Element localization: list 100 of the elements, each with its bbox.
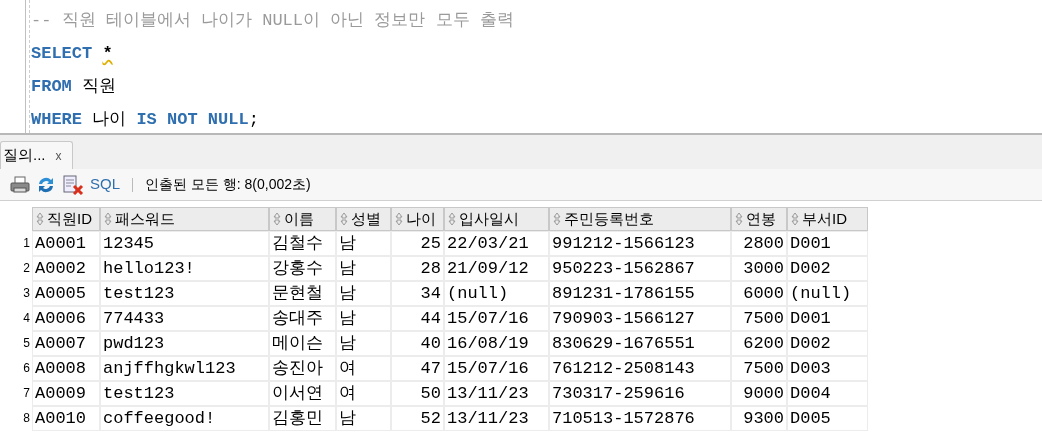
table-cell: 790903-1566127 [549, 306, 731, 331]
table-cell: coffeegood! [100, 406, 269, 431]
code-text: ; [248, 109, 259, 131]
table-cell: A0002 [32, 256, 100, 281]
table-cell: hello123! [100, 256, 269, 281]
table-cell: 15/07/16 [444, 356, 549, 381]
table-cell: D001 [787, 231, 868, 256]
column-header[interactable]: 이름 [269, 207, 336, 231]
table-cell: pwd123 [100, 331, 269, 356]
sql-keyword: FROM [31, 76, 72, 98]
column-label: 직원ID [47, 208, 92, 229]
column-label: 성별 [351, 208, 381, 229]
sort-icon[interactable] [395, 212, 403, 226]
table-cell: 남 [336, 256, 391, 281]
table-cell: D005 [787, 406, 868, 431]
table-cell: 47 [391, 356, 444, 381]
column-label: 부서ID [802, 208, 847, 229]
table-cell: 7500 [731, 306, 787, 331]
table-cell: 송진아 [269, 356, 336, 381]
column-header[interactable]: 입사일시 [444, 207, 549, 231]
table-cell: 34 [391, 281, 444, 306]
table-cell: 3000 [731, 256, 787, 281]
table-cell: 44 [391, 306, 444, 331]
column-label: 나이 [406, 208, 436, 229]
code-text: 직원 [81, 76, 116, 98]
table-cell: 28 [391, 256, 444, 281]
column-label: 주민등록번호 [564, 208, 654, 229]
sort-icon[interactable] [273, 212, 281, 226]
table-cell: 761212-2508143 [549, 356, 731, 381]
table-cell: A0008 [32, 356, 100, 381]
row-number: 3 [22, 285, 31, 302]
table-cell: 13/11/23 [444, 381, 549, 406]
sort-icon[interactable] [791, 212, 799, 226]
sql-link[interactable]: SQL [90, 173, 120, 196]
table-cell: 남 [336, 231, 391, 256]
printer-icon[interactable] [10, 175, 30, 194]
row-number: 5 [22, 335, 31, 352]
table-cell: D001 [787, 306, 868, 331]
table-cell: 710513-1572876 [549, 406, 731, 431]
column-header[interactable]: 직원ID [32, 207, 100, 231]
table-cell: D002 [787, 331, 868, 356]
table-cell: 송대주 [269, 306, 336, 331]
table-cell: 남 [336, 331, 391, 356]
table-cell: 774433 [100, 306, 269, 331]
table-cell: 22/03/21 [444, 231, 549, 256]
table-cell: A0010 [32, 406, 100, 431]
fetch-status: 인출된 모든 행: 8(0,002초) [145, 175, 311, 194]
column-header[interactable]: 나이 [391, 207, 444, 231]
sort-icon[interactable] [104, 212, 112, 226]
close-button[interactable]: x [55, 146, 70, 165]
column-header[interactable]: 연봉 [731, 207, 787, 231]
column-label: 이름 [284, 208, 314, 229]
column-label: 패스워드 [115, 208, 175, 229]
sql-keyword: IS NOT NULL [136, 109, 249, 131]
column-header[interactable]: 패스워드 [100, 207, 269, 231]
table-cell: 여 [336, 356, 391, 381]
sql-keyword: WHERE [31, 109, 82, 131]
row-number: 7 [22, 385, 31, 402]
code-text: * [102, 43, 113, 65]
result-tab[interactable]: 질의... x [0, 141, 73, 169]
column-header[interactable]: 부서ID [787, 207, 868, 231]
table-cell: test123 [100, 281, 269, 306]
table-cell: A0001 [32, 231, 100, 256]
table-cell: 9300 [731, 406, 787, 431]
table-cell: D004 [787, 381, 868, 406]
sort-icon[interactable] [553, 212, 561, 226]
table-cell: 문현철 [269, 281, 336, 306]
table-cell: 이서연 [269, 381, 336, 406]
table-cell: 21/09/12 [444, 256, 549, 281]
column-label: 연봉 [746, 208, 776, 229]
sort-icon[interactable] [36, 212, 44, 226]
sort-icon[interactable] [735, 212, 743, 226]
table-cell: 메이슨 [269, 331, 336, 356]
column-header[interactable]: 성별 [336, 207, 391, 231]
code-editor[interactable]: -- 직원 테이블에서 나이가 NULL이 아닌 정보만 모두 출력 SELECT * FROM 직원 WHERE 나이 IS NOT NULL; [0, 0, 1042, 135]
table-cell: 9000 [731, 381, 787, 406]
column-label: 입사일시 [459, 208, 519, 229]
document-delete-icon[interactable] [62, 174, 84, 195]
table-cell: D002 [787, 256, 868, 281]
table-cell: D003 [787, 356, 868, 381]
table-cell: 730317-259616 [549, 381, 731, 406]
table-cell: 강홍수 [269, 256, 336, 281]
table-cell: A0005 [32, 281, 100, 306]
table-cell: 남 [336, 406, 391, 431]
sort-icon[interactable] [340, 212, 348, 226]
table-cell: 김철수 [269, 231, 336, 256]
row-number: 1 [22, 235, 31, 252]
code-comment: -- 직원 테이블에서 나이가 NULL이 아닌 정보만 모두 출력 [31, 10, 514, 32]
row-number: 2 [22, 260, 31, 277]
table-cell: 12345 [100, 231, 269, 256]
table-cell: anjffhgkwl123 [100, 356, 269, 381]
table-cell: 6200 [731, 331, 787, 356]
table-cell: 830629-1676551 [549, 331, 731, 356]
table-cell: 891231-1786155 [549, 281, 731, 306]
table-cell: 991212-1566123 [549, 231, 731, 256]
sort-icon[interactable] [448, 212, 456, 226]
column-header[interactable]: 주민등록번호 [549, 207, 731, 231]
row-number: 8 [22, 410, 31, 427]
table-cell: 25 [391, 231, 444, 256]
table-cell: 950223-1562867 [549, 256, 731, 281]
